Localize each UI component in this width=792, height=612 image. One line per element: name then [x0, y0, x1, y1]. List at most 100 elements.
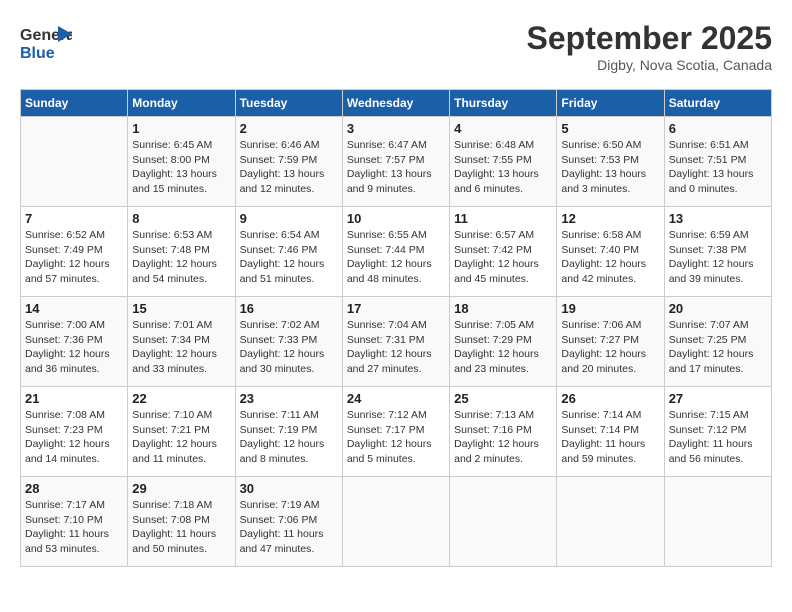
calendar-day-cell: 1 Sunrise: 6:45 AM Sunset: 8:00 PM Daylig…: [128, 117, 235, 207]
day-info: Sunrise: 6:52 AM Sunset: 7:49 PM Dayligh…: [25, 228, 123, 287]
day-number: 19: [561, 301, 659, 316]
day-info: Sunrise: 7:05 AM Sunset: 7:29 PM Dayligh…: [454, 318, 552, 377]
calendar-day-cell: 9 Sunrise: 6:54 AM Sunset: 7:46 PM Daylig…: [235, 207, 342, 297]
calendar-week-row: 14 Sunrise: 7:00 AM Sunset: 7:36 PM Dayli…: [21, 297, 772, 387]
day-info: Sunrise: 7:06 AM Sunset: 7:27 PM Dayligh…: [561, 318, 659, 377]
calendar-week-row: 28 Sunrise: 7:17 AM Sunset: 7:10 PM Dayli…: [21, 477, 772, 567]
calendar-day-cell: 23 Sunrise: 7:11 AM Sunset: 7:19 PM Dayli…: [235, 387, 342, 477]
calendar-day-cell: 22 Sunrise: 7:10 AM Sunset: 7:21 PM Dayli…: [128, 387, 235, 477]
calendar-day-cell: 12 Sunrise: 6:58 AM Sunset: 7:40 PM Dayli…: [557, 207, 664, 297]
day-info: Sunrise: 7:18 AM Sunset: 7:08 PM Dayligh…: [132, 498, 230, 557]
calendar-day-cell: [21, 117, 128, 207]
day-number: 7: [25, 211, 123, 226]
calendar-day-cell: 24 Sunrise: 7:12 AM Sunset: 7:17 PM Dayli…: [342, 387, 449, 477]
calendar-day-cell: [664, 477, 771, 567]
calendar-day-cell: [342, 477, 449, 567]
calendar-week-row: 7 Sunrise: 6:52 AM Sunset: 7:49 PM Daylig…: [21, 207, 772, 297]
day-info: Sunrise: 6:53 AM Sunset: 7:48 PM Dayligh…: [132, 228, 230, 287]
day-number: 15: [132, 301, 230, 316]
day-number: 17: [347, 301, 445, 316]
day-number: 22: [132, 391, 230, 406]
day-of-week-header: Thursday: [450, 90, 557, 117]
day-number: 1: [132, 121, 230, 136]
day-number: 24: [347, 391, 445, 406]
day-info: Sunrise: 7:15 AM Sunset: 7:12 PM Dayligh…: [669, 408, 767, 467]
day-number: 2: [240, 121, 338, 136]
page-header: General Blue September 2025 Digby, Nova …: [20, 20, 772, 73]
day-of-week-header: Monday: [128, 90, 235, 117]
calendar-day-cell: 13Sunrise: 6:59 AM Sunset: 7:38 PM Dayli…: [664, 207, 771, 297]
day-info: Sunrise: 7:07 AM Sunset: 7:25 PM Dayligh…: [669, 318, 767, 377]
day-info: Sunrise: 7:14 AM Sunset: 7:14 PM Dayligh…: [561, 408, 659, 467]
calendar-day-cell: 29 Sunrise: 7:18 AM Sunset: 7:08 PM Dayli…: [128, 477, 235, 567]
day-number: 20: [669, 301, 767, 316]
location: Digby, Nova Scotia, Canada: [527, 57, 772, 73]
calendar-day-cell: 10Sunrise: 6:55 AM Sunset: 7:44 PM Dayli…: [342, 207, 449, 297]
day-info: Sunrise: 7:10 AM Sunset: 7:21 PM Dayligh…: [132, 408, 230, 467]
calendar-week-row: 21Sunrise: 7:08 AM Sunset: 7:23 PM Dayli…: [21, 387, 772, 477]
calendar-day-cell: 18Sunrise: 7:05 AM Sunset: 7:29 PM Dayli…: [450, 297, 557, 387]
title-block: September 2025 Digby, Nova Scotia, Canad…: [527, 20, 772, 73]
calendar-day-cell: 2Sunrise: 6:46 AM Sunset: 7:59 PM Daylig…: [235, 117, 342, 207]
day-of-week-header: Sunday: [21, 90, 128, 117]
day-info: Sunrise: 7:00 AM Sunset: 7:36 PM Dayligh…: [25, 318, 123, 377]
calendar-day-cell: 20 Sunrise: 7:07 AM Sunset: 7:25 PM Dayli…: [664, 297, 771, 387]
day-number: 14: [25, 301, 123, 316]
calendar-day-cell: 8 Sunrise: 6:53 AM Sunset: 7:48 PM Daylig…: [128, 207, 235, 297]
day-of-week-header: Friday: [557, 90, 664, 117]
month-title: September 2025: [527, 20, 772, 57]
day-info: Sunrise: 6:58 AM Sunset: 7:40 PM Dayligh…: [561, 228, 659, 287]
day-number: 25: [454, 391, 552, 406]
calendar-day-cell: 11 Sunrise: 6:57 AM Sunset: 7:42 PM Dayli…: [450, 207, 557, 297]
logo-icon: General Blue: [20, 20, 72, 64]
day-of-week-header: Tuesday: [235, 90, 342, 117]
calendar-day-cell: 21Sunrise: 7:08 AM Sunset: 7:23 PM Dayli…: [21, 387, 128, 477]
calendar-day-cell: 19 Sunrise: 7:06 AM Sunset: 7:27 PM Dayli…: [557, 297, 664, 387]
day-number: 29: [132, 481, 230, 496]
day-number: 23: [240, 391, 338, 406]
day-number: 9: [240, 211, 338, 226]
day-info: Sunrise: 7:19 AM Sunset: 7:06 PM Dayligh…: [240, 498, 338, 557]
calendar-day-cell: [450, 477, 557, 567]
day-number: 8: [132, 211, 230, 226]
day-number: 28: [25, 481, 123, 496]
day-info: Sunrise: 7:12 AM Sunset: 7:17 PM Dayligh…: [347, 408, 445, 467]
day-info: Sunrise: 6:47 AM Sunset: 7:57 PM Dayligh…: [347, 138, 445, 197]
calendar-day-cell: 7 Sunrise: 6:52 AM Sunset: 7:49 PM Daylig…: [21, 207, 128, 297]
calendar-day-cell: 30 Sunrise: 7:19 AM Sunset: 7:06 PM Dayli…: [235, 477, 342, 567]
day-number: 6: [669, 121, 767, 136]
day-info: Sunrise: 6:45 AM Sunset: 8:00 PM Dayligh…: [132, 138, 230, 197]
day-info: Sunrise: 7:13 AM Sunset: 7:16 PM Dayligh…: [454, 408, 552, 467]
day-info: Sunrise: 7:04 AM Sunset: 7:31 PM Dayligh…: [347, 318, 445, 377]
day-number: 12: [561, 211, 659, 226]
day-info: Sunrise: 7:11 AM Sunset: 7:19 PM Dayligh…: [240, 408, 338, 467]
calendar-day-cell: 26 Sunrise: 7:14 AM Sunset: 7:14 PM Dayli…: [557, 387, 664, 477]
calendar-body: 1 Sunrise: 6:45 AM Sunset: 8:00 PM Daylig…: [21, 117, 772, 567]
calendar-day-cell: 3Sunrise: 6:47 AM Sunset: 7:57 PM Daylig…: [342, 117, 449, 207]
svg-text:Blue: Blue: [20, 45, 55, 62]
day-info: Sunrise: 7:17 AM Sunset: 7:10 PM Dayligh…: [25, 498, 123, 557]
calendar-day-cell: 27Sunrise: 7:15 AM Sunset: 7:12 PM Dayli…: [664, 387, 771, 477]
calendar-day-cell: 4Sunrise: 6:48 AM Sunset: 7:55 PM Daylig…: [450, 117, 557, 207]
day-of-week-header: Saturday: [664, 90, 771, 117]
day-info: Sunrise: 7:01 AM Sunset: 7:34 PM Dayligh…: [132, 318, 230, 377]
day-info: Sunrise: 6:48 AM Sunset: 7:55 PM Dayligh…: [454, 138, 552, 197]
calendar-day-cell: 5Sunrise: 6:50 AM Sunset: 7:53 PM Daylig…: [557, 117, 664, 207]
day-number: 21: [25, 391, 123, 406]
calendar-header-row: SundayMondayTuesdayWednesdayThursdayFrid…: [21, 90, 772, 117]
calendar-week-row: 1 Sunrise: 6:45 AM Sunset: 8:00 PM Daylig…: [21, 117, 772, 207]
day-number: 11: [454, 211, 552, 226]
calendar-day-cell: 6 Sunrise: 6:51 AM Sunset: 7:51 PM Daylig…: [664, 117, 771, 207]
day-info: Sunrise: 6:54 AM Sunset: 7:46 PM Dayligh…: [240, 228, 338, 287]
calendar-day-cell: 17 Sunrise: 7:04 AM Sunset: 7:31 PM Dayli…: [342, 297, 449, 387]
day-number: 26: [561, 391, 659, 406]
day-info: Sunrise: 6:57 AM Sunset: 7:42 PM Dayligh…: [454, 228, 552, 287]
calendar-day-cell: 25 Sunrise: 7:13 AM Sunset: 7:16 PM Dayli…: [450, 387, 557, 477]
day-info: Sunrise: 6:51 AM Sunset: 7:51 PM Dayligh…: [669, 138, 767, 197]
calendar-day-cell: 28 Sunrise: 7:17 AM Sunset: 7:10 PM Dayli…: [21, 477, 128, 567]
day-of-week-header: Wednesday: [342, 90, 449, 117]
day-info: Sunrise: 6:55 AM Sunset: 7:44 PM Dayligh…: [347, 228, 445, 287]
day-number: 30: [240, 481, 338, 496]
day-number: 5: [561, 121, 659, 136]
day-info: Sunrise: 6:59 AM Sunset: 7:38 PM Dayligh…: [669, 228, 767, 287]
